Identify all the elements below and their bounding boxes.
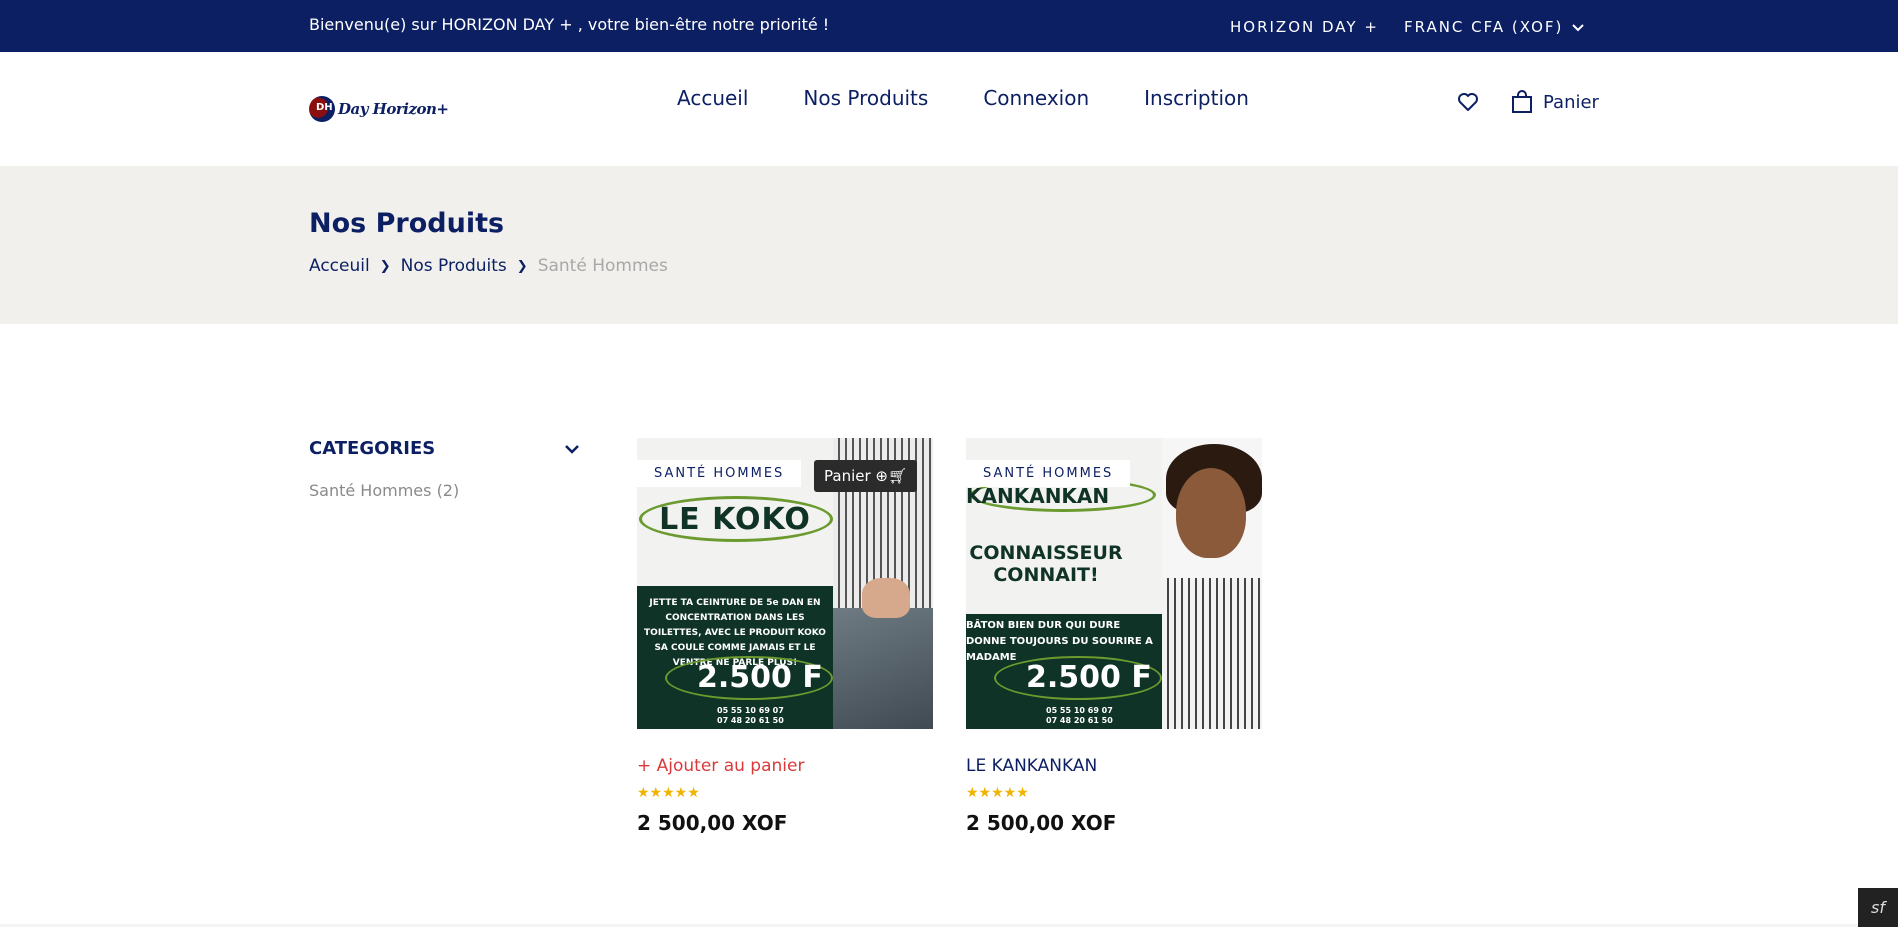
nav-item-connexion[interactable]: Connexion [983,86,1089,110]
star-rating: ★★★★★ [637,785,700,801]
chevron-right-icon: ❯ [516,258,528,274]
poster-slogan: CONNAISSEUR CONNAIT! [969,542,1123,586]
chevron-down-icon[interactable] [563,440,581,458]
product-price: 2 500,00 XOF [637,811,788,835]
category-item-sante-hommes[interactable]: Santé Hommes (2) [309,481,581,500]
category-badge: SANTÉ HOMMES [637,460,802,487]
nav-item-nos-produits[interactable]: Nos Produits [803,86,928,110]
poster-price: 2.500 F [697,660,823,695]
logo-text: Day Horizon+ [338,100,449,118]
nav-item-inscription[interactable]: Inscription [1144,86,1249,110]
cart-button[interactable]: Panier [1511,90,1599,114]
breadcrumb-products[interactable]: Nos Produits [401,256,507,276]
product-price: 2 500,00 XOF [966,811,1117,835]
product-image[interactable]: LE KOKO JETTE TA CEINTURE DE 5e DAN EN C… [637,438,933,729]
nav-item-accueil[interactable]: Accueil [677,86,748,110]
site-logo[interactable]: DH Day Horizon+ [309,96,449,122]
chevron-right-icon: ❯ [379,258,391,274]
welcome-message: Bienvenu(e) sur HORIZON DAY + , votre bi… [309,15,830,34]
cart-label: Panier [1543,91,1599,113]
logo-mark-icon: DH [309,96,335,122]
currency-label: FRANC CFA (XOF) [1404,18,1564,36]
poster-phones: 05 55 10 69 07 07 48 20 61 50 [1046,706,1113,725]
page-title: Nos Produits [309,208,505,239]
site-header: DH Day Horizon+ Accueil Nos Produits Con… [0,52,1898,166]
poster-phones: 05 55 10 69 07 07 48 20 61 50 [717,706,784,725]
chevron-down-icon [1572,24,1585,32]
categories-title: CATEGORIES [309,438,436,459]
breadcrumb-current: Santé Hommes [537,256,668,276]
top-announcement-bar: Bienvenu(e) sur HORIZON DAY + , votre bi… [0,0,1898,52]
main-nav: Accueil Nos Produits Connexion Inscripti… [677,86,1249,110]
category-sidebar: CATEGORIES Santé Hommes (2) [309,438,581,500]
breadcrumb: Acceuil ❯ Nos Produits ❯ Santé Hommes [309,256,668,276]
cart-plus-icon: ⊕🛒︎ [875,467,908,485]
brand-link[interactable]: HORIZON DAY + [1230,18,1379,36]
product-image[interactable]: KANKANKAN CONNAISSEUR CONNAIT! BÂTON BIE… [966,438,1262,729]
poster-title: KANKANKAN [966,484,1110,508]
product-card-koko: LE KOKO JETTE TA CEINTURE DE 5e DAN EN C… [637,438,933,835]
symfony-debug-icon[interactable]: sf [1858,888,1898,927]
star-rating: ★★★★★ [966,785,1029,801]
page-banner: Nos Produits Acceuil ❯ Nos Produits ❯ Sa… [0,166,1898,324]
product-card-kankankan: KANKANKAN CONNAISSEUR CONNAIT! BÂTON BIE… [966,438,1262,835]
heart-icon[interactable] [1456,90,1480,114]
currency-selector[interactable]: FRANC CFA (XOF) [1404,18,1585,36]
add-to-cart-link[interactable]: + Ajouter au panier [637,756,933,776]
poster-title: LE KOKO [659,502,811,537]
categories-header[interactable]: CATEGORIES [309,438,581,459]
poster-price: 2.500 F [1026,660,1152,695]
shopping-bag-icon [1512,90,1532,113]
category-badge: SANTÉ HOMMES [966,460,1131,487]
add-to-cart-button[interactable]: Panier ⊕🛒︎ [814,460,918,492]
breadcrumb-home[interactable]: Acceuil [309,256,370,276]
product-name[interactable]: LE KANKANKAN [966,756,1262,776]
